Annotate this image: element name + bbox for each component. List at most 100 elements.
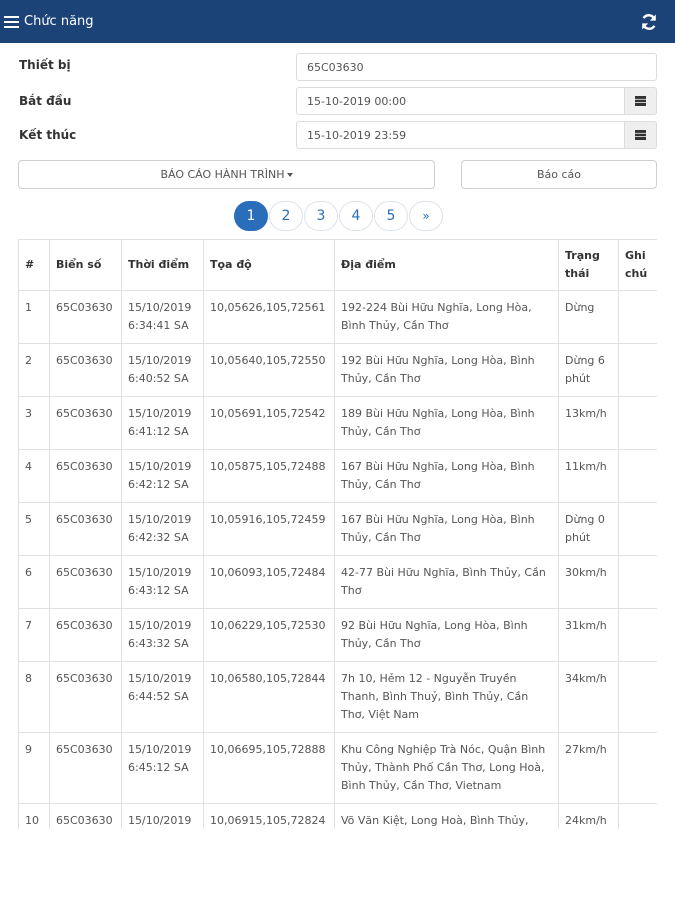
note-cell (618, 661, 657, 733)
place-cell: 189 Bùi Hữu Nghĩa, Long Hòa, Bình Thủy, … (334, 396, 559, 450)
page-3-button[interactable]: 3 (304, 201, 338, 231)
page-4-button[interactable]: 4 (339, 201, 373, 231)
row-number: 9 (18, 732, 50, 804)
column-header: Trạng thái (558, 239, 619, 291)
time-cell: 15/10/2019 6:44:52 SA (121, 661, 204, 733)
table-header-row: # Biển số Thời điểm Tọa độ Địa điểm Trạn… (18, 239, 657, 291)
coord-cell: 10,05640,105,72550 (203, 343, 335, 397)
coord-cell: 10,06580,105,72844 (203, 661, 335, 733)
time-cell: 15/10/2019 6:34:41 SA (121, 290, 204, 344)
place-cell: 192-224 Bùi Hữu Nghĩa, Long Hòa, Bình Th… (334, 290, 559, 344)
place-cell: 92 Bùi Hữu Nghĩa, Long Hòa, Bình Thủy, C… (334, 608, 559, 662)
place-cell: 167 Bùi Hữu Nghĩa, Long Hòa, Bình Thủy, … (334, 449, 559, 503)
row-number: 2 (18, 343, 50, 397)
table-row: 4 65C03630 15/10/2019 6:42:12 SA 10,05875,1… (18, 449, 657, 503)
plate-cell: 65C03630 (49, 803, 122, 829)
top-bar: Chức năng (0, 0, 675, 43)
menu-button[interactable]: Chức năng (0, 0, 94, 43)
table-row: 8 65C03630 15/10/2019 6:44:52 SA 10,06580,1… (18, 661, 657, 733)
note-cell (618, 803, 657, 829)
start-date-input[interactable] (296, 87, 625, 115)
next-page-button[interactable]: » (409, 201, 443, 231)
column-header: # (18, 239, 50, 291)
report-button-label: Báo cáo (536, 168, 582, 181)
time-cell: 15/10/2019 6:40:52 SA (121, 343, 204, 397)
note-cell (618, 396, 657, 450)
row-number: 7 (18, 608, 50, 662)
plate-cell: 65C03630 (49, 555, 122, 609)
table-row: 9 65C03630 15/10/2019 6:45:12 SA 10,06695,1… (18, 732, 657, 804)
start-label: Bắt đầu (19, 94, 72, 108)
table-row: 7 65C03630 15/10/2019 6:43:32 SA 10,06229,1… (18, 608, 657, 662)
table-row: 10 65C03630 15/10/2019 10,06915,105,72824 Võ… (18, 803, 657, 829)
note-cell (618, 608, 657, 662)
row-number: 8 (18, 661, 50, 733)
menu-label: Chức năng (24, 14, 94, 29)
refresh-icon[interactable] (639, 12, 659, 32)
time-cell: 15/10/2019 6:42:32 SA (121, 502, 204, 556)
page-2-button[interactable]: 2 (269, 201, 303, 231)
status-cell: 13km/h (558, 396, 619, 450)
end-calendar-button[interactable] (624, 121, 657, 149)
note-cell (618, 449, 657, 503)
note-cell (618, 555, 657, 609)
status-cell: Dừng 6 phút (558, 343, 619, 397)
time-cell: 15/10/2019 (121, 803, 204, 829)
coord-cell: 10,06695,105,72888 (203, 732, 335, 804)
status-cell: 31km/h (558, 608, 619, 662)
hamburger-icon (4, 15, 19, 28)
plate-cell: 65C03630 (49, 502, 122, 556)
status-cell: Dừng (558, 290, 619, 344)
report-type-label: BÁO CÁO HÀNH TRÌNH (160, 168, 285, 181)
pagination: 1 2 3 4 5 » (234, 201, 444, 231)
time-cell: 15/10/2019 6:43:32 SA (121, 608, 204, 662)
place-cell: 42-77 Bùi Hữu Nghĩa, Bình Thủy, Cần Thơ (334, 555, 559, 609)
report-type-dropdown[interactable]: BÁO CÁO HÀNH TRÌNH (18, 160, 435, 189)
place-cell: 167 Bùi Hữu Nghĩa, Long Hòa, Bình Thủy, … (334, 502, 559, 556)
place-cell: Khu Công Nghiệp Trà Nóc, Quận Bình Thủy,… (334, 732, 559, 804)
start-calendar-button[interactable] (624, 87, 657, 115)
calendar-icon (635, 96, 646, 106)
note-cell (618, 732, 657, 804)
caret-down-icon (286, 172, 293, 177)
status-cell: 27km/h (558, 732, 619, 804)
place-cell: 192 Bùi Hữu Nghĩa, Long Hòa, Bình Thủy, … (334, 343, 559, 397)
page-5-button[interactable]: 5 (374, 201, 408, 231)
status-cell: Dừng 0 phút (558, 502, 619, 556)
column-header: Tọa độ (203, 239, 335, 291)
plate-cell: 65C03630 (49, 396, 122, 450)
table-row: 5 65C03630 15/10/2019 6:42:32 SA 10,05916,1… (18, 502, 657, 556)
place-cell: 7h 10, Hẻm 12 - Nguyễn Truyền Thanh, Bìn… (334, 661, 559, 733)
end-label: Kết thúc (19, 128, 77, 142)
page-1-button[interactable]: 1 (234, 201, 268, 231)
table-row: 3 65C03630 15/10/2019 6:41:12 SA 10,05691,1… (18, 396, 657, 450)
device-input[interactable] (296, 53, 657, 81)
status-cell: 11km/h (558, 449, 619, 503)
report-button[interactable]: Báo cáo (461, 160, 657, 189)
plate-cell: 65C03630 (49, 343, 122, 397)
column-header: Thời điểm (121, 239, 204, 291)
table-row: 1 65C03630 15/10/2019 6:34:41 SA 10,05626,1… (18, 290, 657, 344)
row-number: 10 (18, 803, 50, 829)
table-row: 2 65C03630 15/10/2019 6:40:52 SA 10,05640,1… (18, 343, 657, 397)
plate-cell: 65C03630 (49, 449, 122, 503)
trip-table-container[interactable]: # Biển số Thời điểm Tọa độ Địa điểm Trạn… (18, 239, 657, 829)
row-number: 1 (18, 290, 50, 344)
coord-cell: 10,05875,105,72488 (203, 449, 335, 503)
status-cell: 30km/h (558, 555, 619, 609)
trip-table: # Biển số Thời điểm Tọa độ Địa điểm Trạn… (18, 239, 657, 829)
coord-cell: 10,05916,105,72459 (203, 502, 335, 556)
time-cell: 15/10/2019 6:41:12 SA (121, 396, 204, 450)
time-cell: 15/10/2019 6:45:12 SA (121, 732, 204, 804)
place-cell: Võ Văn Kiệt, Long Hoà, Bình Thủy, (334, 803, 559, 829)
row-number: 3 (18, 396, 50, 450)
device-label: Thiết bị (19, 58, 71, 72)
status-cell: 24km/h (558, 803, 619, 829)
coord-cell: 10,05691,105,72542 (203, 396, 335, 450)
end-date-input[interactable] (296, 121, 625, 149)
note-cell (618, 343, 657, 397)
note-cell (618, 290, 657, 344)
column-header: Biển số (49, 239, 122, 291)
plate-cell: 65C03630 (49, 290, 122, 344)
coord-cell: 10,06229,105,72530 (203, 608, 335, 662)
